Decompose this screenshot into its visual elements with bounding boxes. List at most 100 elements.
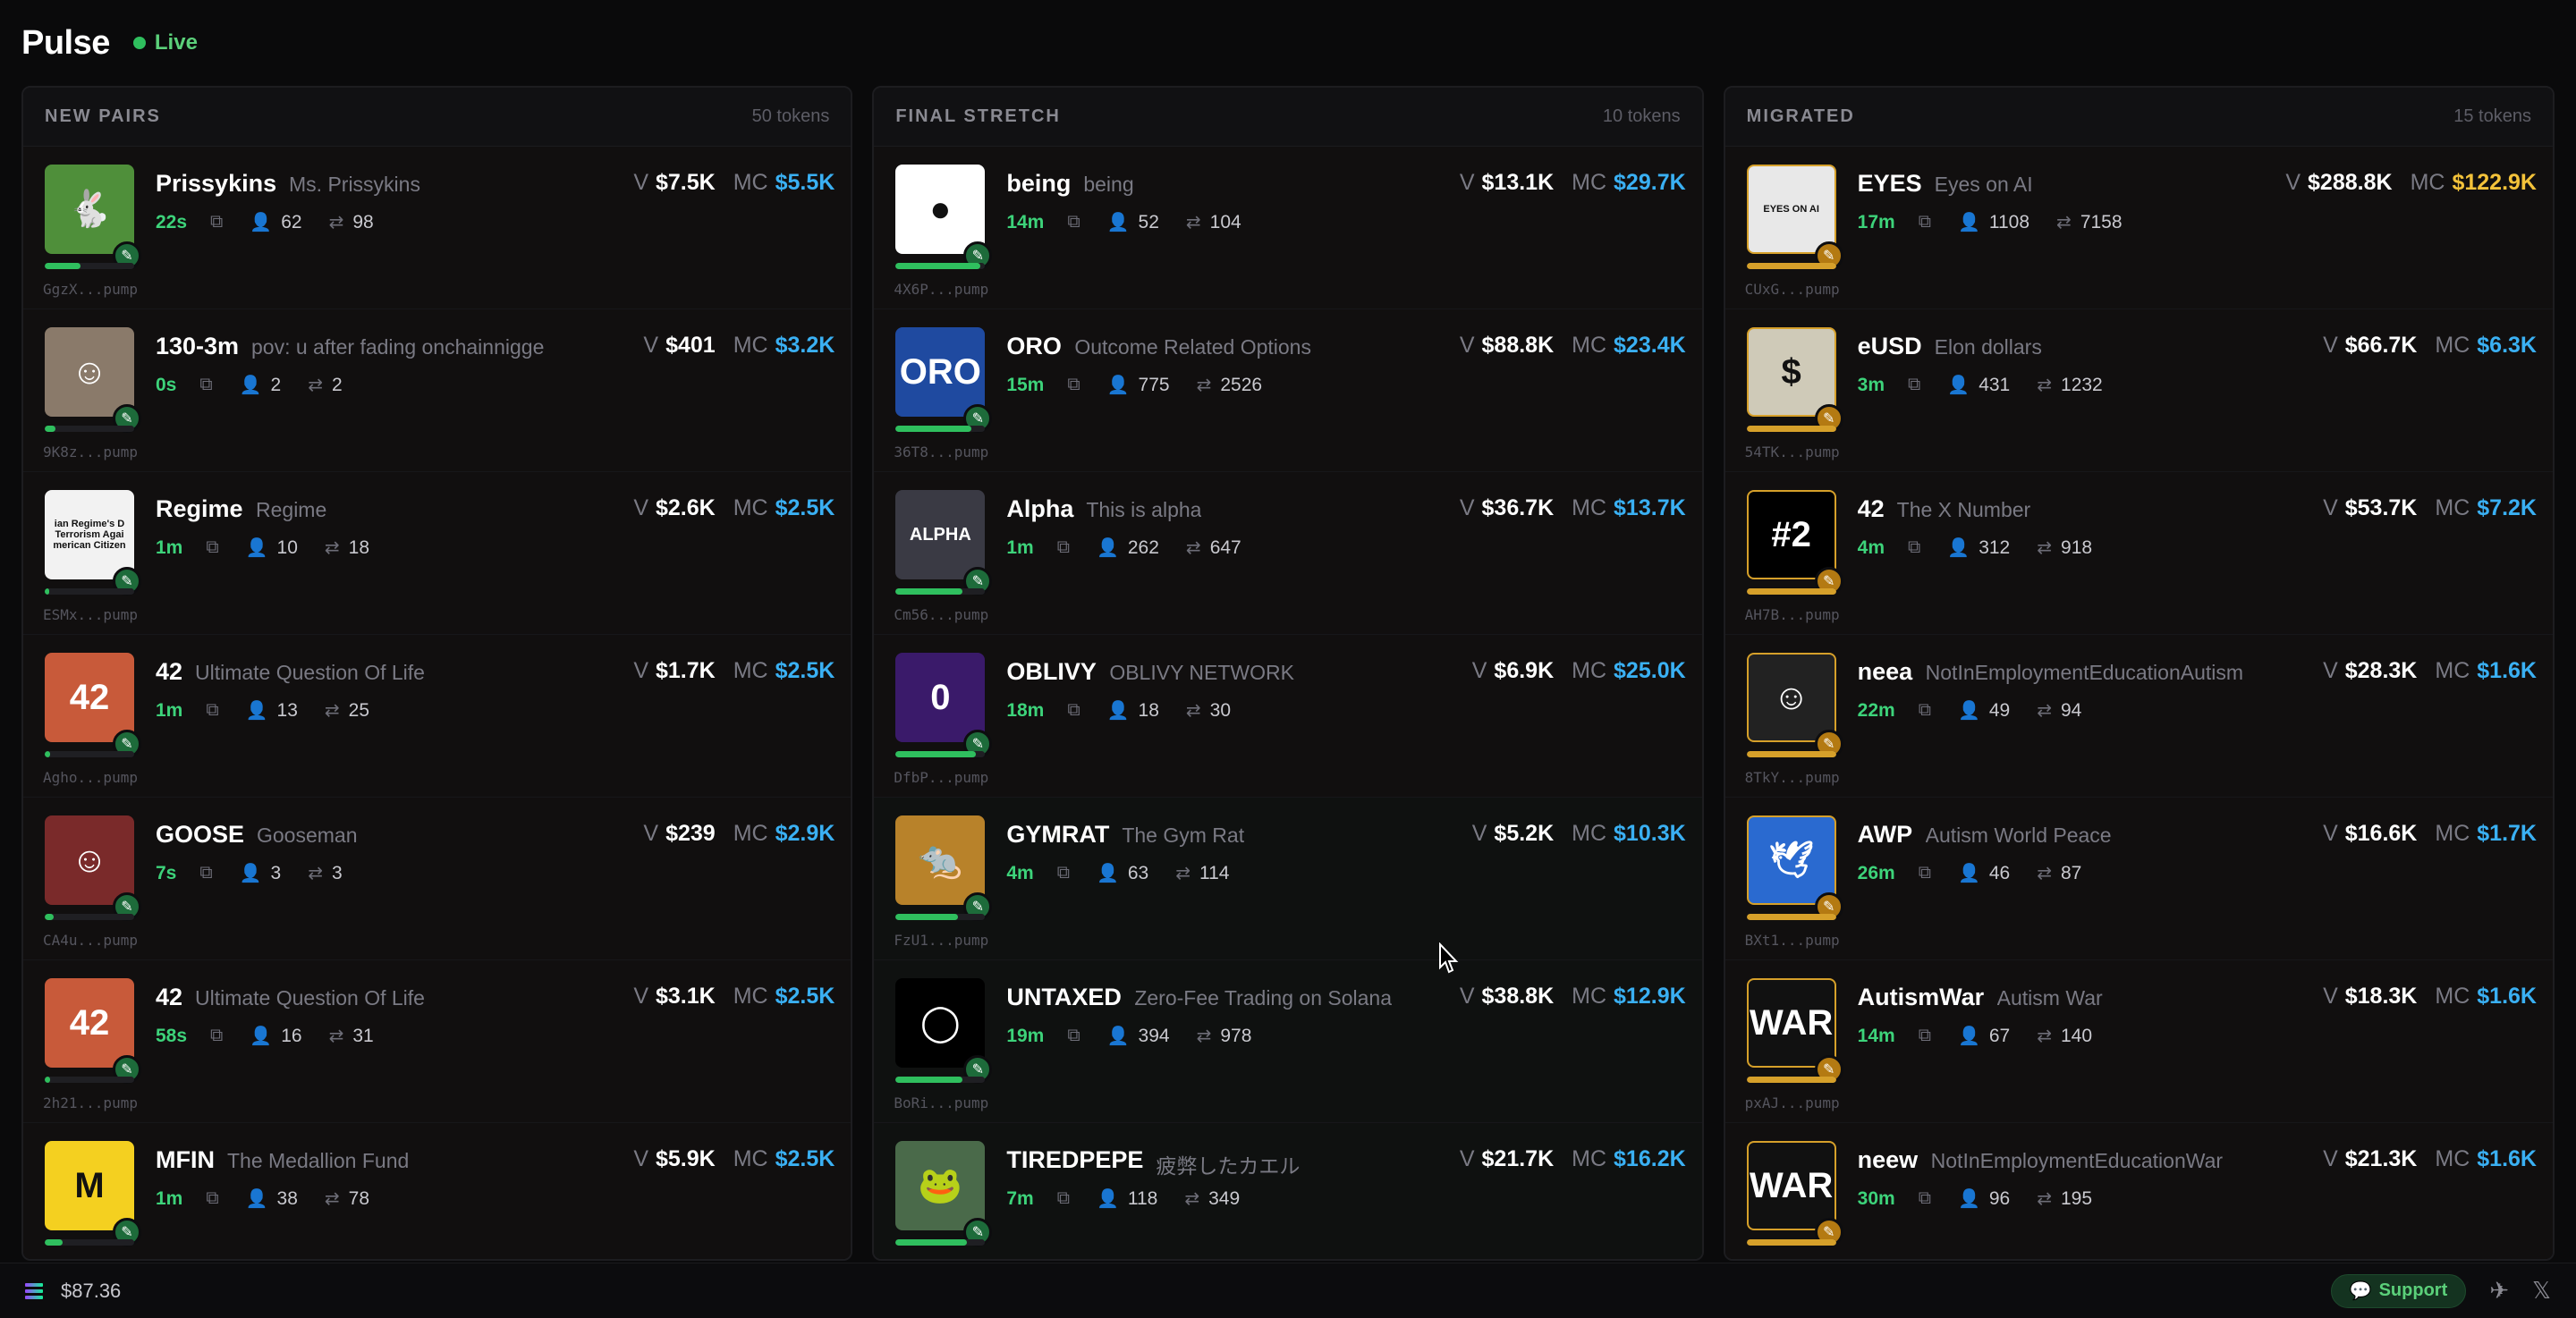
token-image[interactable]: ☺ [45, 327, 134, 417]
token-symbol[interactable]: 42 [156, 658, 182, 686]
token-address[interactable]: Agho...pump [43, 769, 138, 786]
token-address[interactable]: DfbP...pump [894, 769, 988, 786]
token-symbol[interactable]: 42 [156, 984, 182, 1011]
token-symbol[interactable]: Alpha [1006, 495, 1073, 523]
token-row[interactable]: ALPHA ✎ Cm56...pump Alpha This is alpha … [874, 472, 1702, 635]
token-age: 58s [156, 1025, 188, 1046]
token-symbol[interactable]: ORO [1006, 333, 1062, 360]
token-symbol[interactable]: neew [1858, 1146, 1919, 1174]
token-image[interactable]: ian Regime's D Terrorism Agai merican Ci… [45, 490, 134, 579]
token-row[interactable]: WAR ✎ pxAJ...pump AutismWar Autism War 1… [1724, 960, 2553, 1123]
token-address[interactable]: 36T8...pump [894, 444, 988, 460]
token-symbol[interactable]: OBLIVY [1006, 658, 1097, 686]
token-row[interactable]: ☺ ✎ CA4u...pump GOOSE Gooseman 7s ⧉ 👤 3 … [23, 798, 852, 960]
token-row[interactable]: M ✎ C2oN...pump MFIN The Medallion Fund … [23, 1123, 852, 1259]
token-row[interactable]: $ ✎ 54TK...pump eUSD Elon dollars 3m ⧉ 👤… [1724, 309, 2553, 472]
token-image[interactable]: 🕊 [1746, 815, 1836, 905]
token-address[interactable]: GgzX...pump [43, 281, 138, 298]
token-symbol[interactable]: GYMRAT [1006, 821, 1109, 849]
token-image[interactable]: $ [1746, 327, 1836, 417]
token-image[interactable]: EYES ON AI [1746, 165, 1836, 254]
token-address[interactable]: BoRi...pump [894, 1094, 988, 1111]
token-row[interactable]: ☺ ✎ 9K8z...pump 130-3m pov: u after fadi… [23, 309, 852, 472]
market-cap-value: $12.9K [1614, 984, 1686, 1009]
layers-icon: ⧉ [1067, 375, 1080, 394]
token-row[interactable]: WAR ✎ 9Qb3...pump neew NotInEmploymentEd… [1724, 1123, 2553, 1259]
token-symbol[interactable]: TIREDPEPE [1006, 1146, 1143, 1174]
token-address[interactable]: 2h21...pump [43, 1094, 138, 1111]
token-address[interactable]: AH7B...pump [1745, 606, 1840, 623]
holders-icon: 👤 [1957, 1189, 1980, 1209]
token-row[interactable]: ☺ ✎ 8TkY...pump neea NotInEmploymentEduc… [1724, 635, 2553, 798]
volume-label: V [1459, 170, 1475, 195]
token-image[interactable]: ☺ [45, 815, 134, 905]
token-address[interactable]: RiNo...pump [894, 1257, 988, 1259]
token-image[interactable]: #2 [1746, 490, 1836, 579]
token-image[interactable]: ● [895, 165, 986, 254]
token-image[interactable]: WAR [1746, 1141, 1836, 1230]
token-row[interactable]: 🕊 ✎ BXt1...pump AWP Autism World Peace 2… [1724, 798, 2553, 960]
token-address[interactable]: FzU1...pump [894, 932, 988, 949]
transactions-icon: ⇄ [324, 538, 340, 558]
token-row[interactable]: ◯ ✎ BoRi...pump UNTAXED Zero-Fee Trading… [874, 960, 1702, 1123]
token-row[interactable]: EYES ON AI ✎ CUxG...pump EYES Eyes on AI… [1724, 147, 2553, 309]
token-address[interactable]: ESMx...pump [43, 606, 138, 623]
token-address[interactable]: CUxG...pump [1745, 281, 1840, 298]
token-symbol[interactable]: 130-3m [156, 333, 239, 360]
token-symbol[interactable]: EYES [1858, 170, 1922, 198]
token-image[interactable]: 42 [45, 978, 134, 1068]
token-address[interactable]: 4X6P...pump [894, 281, 988, 298]
token-age: 14m [1006, 211, 1045, 232]
token-row[interactable]: #2 ✎ AH7B...pump 42 The X Number 4m ⧉ 👤 … [1724, 472, 2553, 635]
token-address[interactable]: CA4u...pump [43, 932, 138, 949]
token-address[interactable]: 9Qb3...pump [1745, 1257, 1840, 1259]
token-image[interactable]: ☺ [1746, 653, 1836, 742]
token-address[interactable]: C2oN...pump [43, 1257, 138, 1259]
token-row[interactable]: 🐇 ✎ GgzX...pump Prissykins Ms. Prissykin… [23, 147, 852, 309]
token-symbol[interactable]: UNTAXED [1006, 984, 1122, 1011]
token-address[interactable]: Cm56...pump [894, 606, 988, 623]
wallet-balance[interactable]: $87.36 [25, 1280, 121, 1303]
token-name: 疲弊したカエル [1156, 1154, 1301, 1178]
token-address[interactable]: 8TkY...pump [1745, 769, 1840, 786]
token-symbol[interactable]: AWP [1858, 821, 1913, 849]
token-row[interactable]: ORO ✎ 36T8...pump ORO Outcome Related Op… [874, 309, 1702, 472]
token-image[interactable]: ◯ [895, 978, 986, 1068]
token-symbol[interactable]: MFIN [156, 1146, 215, 1174]
token-row[interactable]: 0 ✎ DfbP...pump OBLIVY OBLIVY NETWORK 18… [874, 635, 1702, 798]
token-symbol[interactable]: neea [1858, 658, 1913, 686]
token-image[interactable]: 🐇 [45, 165, 134, 254]
token-row[interactable]: ian Regime's D Terrorism Agai merican Ci… [23, 472, 852, 635]
token-row[interactable]: 42 ✎ Agho...pump 42 Ultimate Question Of… [23, 635, 852, 798]
x-icon[interactable]: 𝕏 [2532, 1277, 2551, 1305]
token-image[interactable]: M [45, 1141, 134, 1230]
token-symbol[interactable]: AutismWar [1858, 984, 1985, 1011]
token-image[interactable]: 🐸 [895, 1141, 986, 1230]
telegram-icon[interactable]: ✈ [2489, 1277, 2509, 1305]
token-address[interactable]: BXt1...pump [1745, 932, 1840, 949]
token-row[interactable]: 🐸 ✎ RiNo...pump TIREDPEPE 疲弊したカエル 7m ⧉ 👤… [874, 1123, 1702, 1259]
token-address[interactable]: pxAJ...pump [1745, 1094, 1840, 1111]
token-symbol[interactable]: Prissykins [156, 170, 276, 198]
support-button[interactable]: 💬 Support [2330, 1273, 2467, 1308]
token-row[interactable]: 🐀 ✎ FzU1...pump GYMRAT The Gym Rat 4m ⧉ … [874, 798, 1702, 960]
token-image[interactable]: ALPHA [895, 490, 986, 579]
token-row[interactable]: 42 ✎ 2h21...pump 42 Ultimate Question Of… [23, 960, 852, 1123]
token-values: V $21.3K MC $1.6K [2323, 1146, 2537, 1172]
token-address[interactable]: 54TK...pump [1745, 444, 1840, 460]
token-symbol[interactable]: GOOSE [156, 821, 244, 849]
token-image[interactable]: 0 [895, 653, 986, 742]
token-row[interactable]: ● ✎ 4X6P...pump being being 14m ⧉ 👤 52 ⇄… [874, 147, 1702, 309]
token-image[interactable]: 42 [45, 653, 134, 742]
token-image[interactable]: WAR [1746, 978, 1836, 1068]
token-symbol[interactable]: Regime [156, 495, 243, 523]
token-symbol[interactable]: being [1006, 170, 1071, 198]
token-address[interactable]: 9K8z...pump [43, 444, 138, 460]
token-symbol[interactable]: eUSD [1858, 333, 1922, 360]
token-symbol[interactable]: 42 [1858, 495, 1885, 523]
token-image[interactable]: ORO [895, 327, 986, 417]
column-token-count: 10 tokens [1602, 106, 1681, 126]
bonding-progress-bar [1746, 1239, 1836, 1246]
token-image[interactable]: 🐀 [895, 815, 986, 905]
volume-value: $21.3K [2344, 1146, 2418, 1171]
